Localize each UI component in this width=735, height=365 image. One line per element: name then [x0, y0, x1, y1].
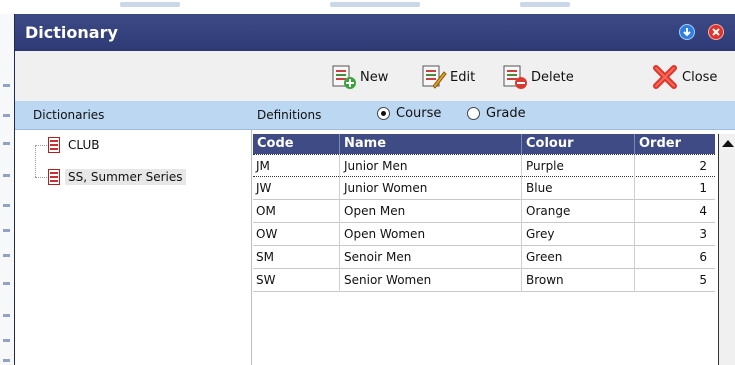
close-button[interactable]: Close [651, 63, 717, 91]
table-row[interactable]: OW Open Women Grey 3 [253, 223, 715, 246]
cell-name: Open Men [344, 204, 406, 218]
section-header-bar: Dictionaries Definitions Course Grade [15, 101, 735, 130]
delete-button[interactable]: Delete [502, 63, 574, 91]
column-header-colour[interactable]: Colour [522, 134, 635, 154]
cell-order: 1 [699, 181, 707, 195]
delete-button-label: Delete [531, 69, 574, 85]
cell-code: JM [256, 159, 270, 173]
background-window-edge [0, 14, 15, 365]
cell-colour: Brown [526, 273, 564, 287]
cell-code: JW [256, 181, 272, 195]
new-button-label: New [360, 69, 389, 85]
cell-name: Senoir Men [344, 250, 412, 264]
tree-item-label: SS, Summer Series [65, 169, 186, 185]
book-icon [48, 169, 60, 185]
cell-order: 6 [699, 250, 707, 264]
cell-colour: Green [526, 250, 563, 264]
cell-colour: Purple [526, 159, 564, 173]
dictionary-tree: CLUB SS, Summer Series [15, 130, 252, 365]
column-header-order[interactable]: Order [635, 134, 715, 154]
scroll-up-arrow-icon[interactable] [722, 140, 734, 147]
radio-course-label: Course [396, 106, 442, 121]
cell-order: 5 [699, 273, 707, 287]
new-document-icon [332, 65, 356, 89]
radio-course-indicator [377, 107, 390, 120]
cell-order: 3 [699, 227, 707, 241]
dictionaries-label: Dictionaries [33, 108, 105, 122]
dictionary-window: Dictionary New Edit Delete Close Diction… [14, 14, 735, 365]
download-arrow-icon[interactable] [679, 24, 695, 40]
close-button-label: Close [682, 69, 718, 85]
column-header-name[interactable]: Name [340, 134, 522, 154]
window-title: Dictionary [25, 23, 118, 42]
new-button[interactable]: New [331, 63, 388, 91]
radio-course[interactable]: Course [377, 106, 441, 121]
title-bar: Dictionary [15, 14, 735, 51]
cell-colour: Grey [526, 227, 555, 241]
table-row[interactable]: JM Junior Men Purple 2 [253, 154, 715, 178]
tree-item-label: CLUB [68, 138, 100, 152]
background-window-strip [0, 0, 735, 14]
edit-button-label: Edit [450, 69, 476, 85]
close-circle-icon[interactable] [708, 24, 724, 40]
cell-order: 2 [699, 159, 707, 173]
vertical-scrollbar[interactable] [718, 134, 735, 365]
edit-document-icon [422, 65, 447, 89]
edit-button[interactable]: Edit [421, 63, 475, 91]
cell-code: OW [256, 227, 278, 241]
toolbar: New Edit Delete Close [15, 51, 735, 101]
red-x-icon [653, 65, 677, 89]
cell-colour: Blue [526, 181, 553, 195]
column-header-code[interactable]: Code [253, 134, 340, 154]
cell-name: Open Women [344, 227, 426, 241]
radio-grade-label: Grade [486, 106, 526, 121]
cell-colour: Orange [526, 204, 571, 218]
cell-name: Senior Women [344, 273, 432, 287]
table-row[interactable]: SW Senior Women Brown 5 [253, 269, 715, 292]
cell-name: Junior Women [344, 181, 428, 195]
cell-code: SW [256, 273, 276, 287]
delete-document-icon [503, 65, 527, 89]
book-icon [48, 137, 60, 153]
cell-order: 4 [699, 204, 707, 218]
table-row[interactable]: SM Senoir Men Green 6 [253, 246, 715, 269]
tree-item-club[interactable]: CLUB [48, 136, 102, 154]
radio-grade[interactable]: Grade [467, 106, 526, 121]
definitions-table: Code Name Colour Order JM Junior Men Pur… [252, 130, 718, 365]
cell-code: OM [256, 204, 276, 218]
table-row[interactable]: JW Junior Women Blue 1 [253, 177, 715, 200]
radio-grade-indicator [467, 107, 480, 120]
cell-name: Junior Men [344, 159, 408, 173]
table-row[interactable]: OM Open Men Orange 4 [253, 200, 715, 223]
tree-item-summer-series[interactable]: SS, Summer Series [48, 168, 186, 186]
cell-code: SM [256, 250, 274, 264]
definitions-label: Definitions [257, 108, 322, 122]
